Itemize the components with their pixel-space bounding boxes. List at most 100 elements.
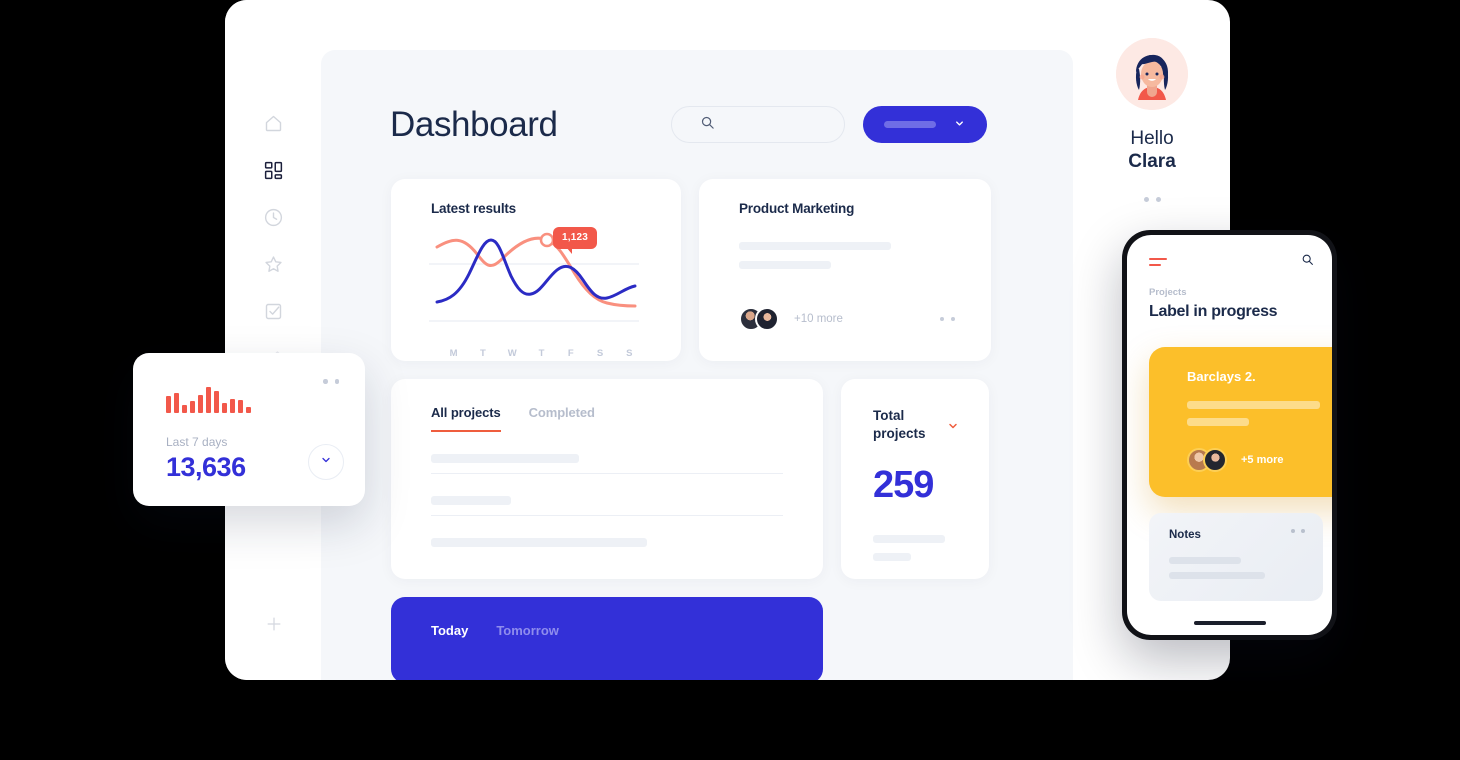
last-7-days-card: Last 7 days 13,636 [133, 353, 365, 506]
row-divider [431, 473, 783, 474]
card-title: Latest results [431, 201, 516, 216]
content-placeholder-line [1169, 557, 1241, 564]
project-row[interactable] [431, 454, 823, 474]
row-placeholder [431, 454, 579, 463]
today-card: Today Tomorrow [391, 597, 823, 680]
phone-heading: Label in progress [1149, 303, 1278, 320]
total-projects-title-line1: Total [873, 408, 905, 423]
more-members-label: +10 more [794, 313, 843, 325]
x-tick-label: T [538, 348, 545, 359]
user-greeting: Hello Clara [1103, 38, 1201, 202]
chevron-down-icon [320, 453, 332, 471]
project-row[interactable] [431, 538, 823, 547]
primary-action-button[interactable] [862, 106, 987, 143]
sidebar-add-button[interactable] [254, 604, 294, 644]
sidebar-item-home[interactable] [254, 103, 294, 143]
search-icon [700, 115, 715, 135]
phone-screen: Projects Label in progress Barclays 2. +… [1127, 235, 1332, 635]
row-placeholder [431, 496, 511, 505]
chevron-down-icon [954, 117, 965, 132]
topbar: Dashboard [321, 50, 1073, 143]
search-icon[interactable] [1301, 253, 1314, 271]
clock-icon [263, 207, 284, 228]
chart-data-point [539, 232, 555, 248]
button-label-placeholder [884, 121, 937, 128]
desktop-window: Dashboard Latest results 1,123 M T W T F… [225, 0, 1230, 680]
total-projects-card: Total projects 259 [841, 379, 989, 579]
tab-all-projects[interactable]: All projects [431, 405, 501, 432]
screenshot-stage: Dashboard Latest results 1,123 M T W T F… [0, 0, 1460, 760]
tab-completed[interactable]: Completed [529, 405, 595, 432]
clara-avatar-illustration [1116, 38, 1188, 110]
phone-mockup: Projects Label in progress Barclays 2. +… [1122, 230, 1337, 640]
chevron-down-icon[interactable] [947, 419, 959, 437]
latest-results-card: Latest results 1,123 M T W T F S S [391, 179, 681, 361]
total-projects-value: 259 [873, 464, 934, 507]
lower-cards-row: All projects Completed Total projects 25… [321, 361, 1073, 579]
content-placeholder-line [873, 535, 945, 544]
avatar-group[interactable] [739, 307, 779, 331]
search-input[interactable] [670, 106, 845, 143]
x-tick-label: W [507, 348, 517, 359]
members-row: +10 more [739, 307, 991, 331]
line-chart: 1,123 [429, 224, 639, 344]
content-placeholder-line [1187, 418, 1249, 426]
product-marketing-card: Product Marketing +10 more [699, 179, 991, 361]
x-tick-label: S [626, 348, 633, 359]
content-placeholder-line [873, 553, 911, 562]
chart-tooltip: 1,123 [553, 227, 598, 254]
sidebar-item-recent[interactable] [254, 197, 294, 237]
kebab-icon[interactable] [323, 379, 339, 384]
checkbox-icon [263, 301, 284, 322]
sidebar-item-dashboard[interactable] [254, 150, 294, 190]
grid-icon [263, 160, 284, 181]
tab-tomorrow[interactable]: Tomorrow [496, 623, 559, 680]
phone-topbar [1149, 253, 1314, 271]
more-members-label: +5 more [1241, 454, 1284, 466]
chart-svg [429, 232, 639, 322]
sidebar-item-tasks[interactable] [254, 291, 294, 331]
card-title: Barclays 2. [1187, 369, 1256, 384]
content-placeholder-line [739, 242, 891, 250]
series-b-line [435, 236, 637, 308]
greeting-hello: Hello [1130, 128, 1174, 149]
projects-tabs: All projects Completed [431, 405, 823, 432]
chart-x-labels: M T W T F S S [439, 348, 644, 359]
tab-today[interactable]: Today [431, 623, 468, 680]
sparkline-bar-chart [166, 383, 365, 413]
x-tick-label: S [596, 348, 604, 359]
kebab-icon[interactable] [1143, 197, 1161, 202]
content-placeholder-line [739, 261, 831, 269]
kebab-icon[interactable] [1291, 529, 1305, 533]
sidebar-item-favorites[interactable] [254, 244, 294, 284]
content-placeholder-line [1187, 401, 1320, 409]
plus-icon [264, 614, 284, 634]
hamburger-icon[interactable] [1149, 258, 1167, 266]
series-a-line [435, 238, 637, 304]
x-tick-label: F [567, 348, 574, 359]
row-divider [431, 515, 783, 516]
expand-stats-button[interactable] [308, 444, 344, 480]
star-icon [263, 254, 284, 275]
avatar [1203, 448, 1227, 472]
top-cards-row: Latest results 1,123 M T W T F S S Produ… [321, 143, 1073, 361]
project-row[interactable] [431, 496, 823, 516]
barclays-card[interactable]: Barclays 2. +5 more [1149, 347, 1332, 497]
card-title: Product Marketing [739, 201, 855, 216]
main-panel: Dashboard Latest results 1,123 M T W T F… [321, 50, 1073, 680]
avatar[interactable] [1116, 38, 1188, 110]
home-icon [263, 113, 284, 134]
phone-kicker: Projects [1149, 287, 1187, 298]
greeting-name: Clara [1128, 151, 1176, 172]
home-indicator [1193, 621, 1266, 625]
kebab-icon[interactable] [940, 317, 955, 321]
content-placeholder-line [1169, 572, 1265, 579]
x-tick-label: T [480, 348, 486, 359]
sidebar [225, 0, 322, 680]
total-projects-title-line2: projects [873, 425, 926, 441]
projects-card: All projects Completed [391, 379, 823, 579]
notes-card[interactable]: Notes [1149, 513, 1323, 601]
page-title: Dashboard [390, 105, 558, 144]
avatar [755, 307, 779, 331]
members-row: +5 more [1187, 448, 1332, 472]
